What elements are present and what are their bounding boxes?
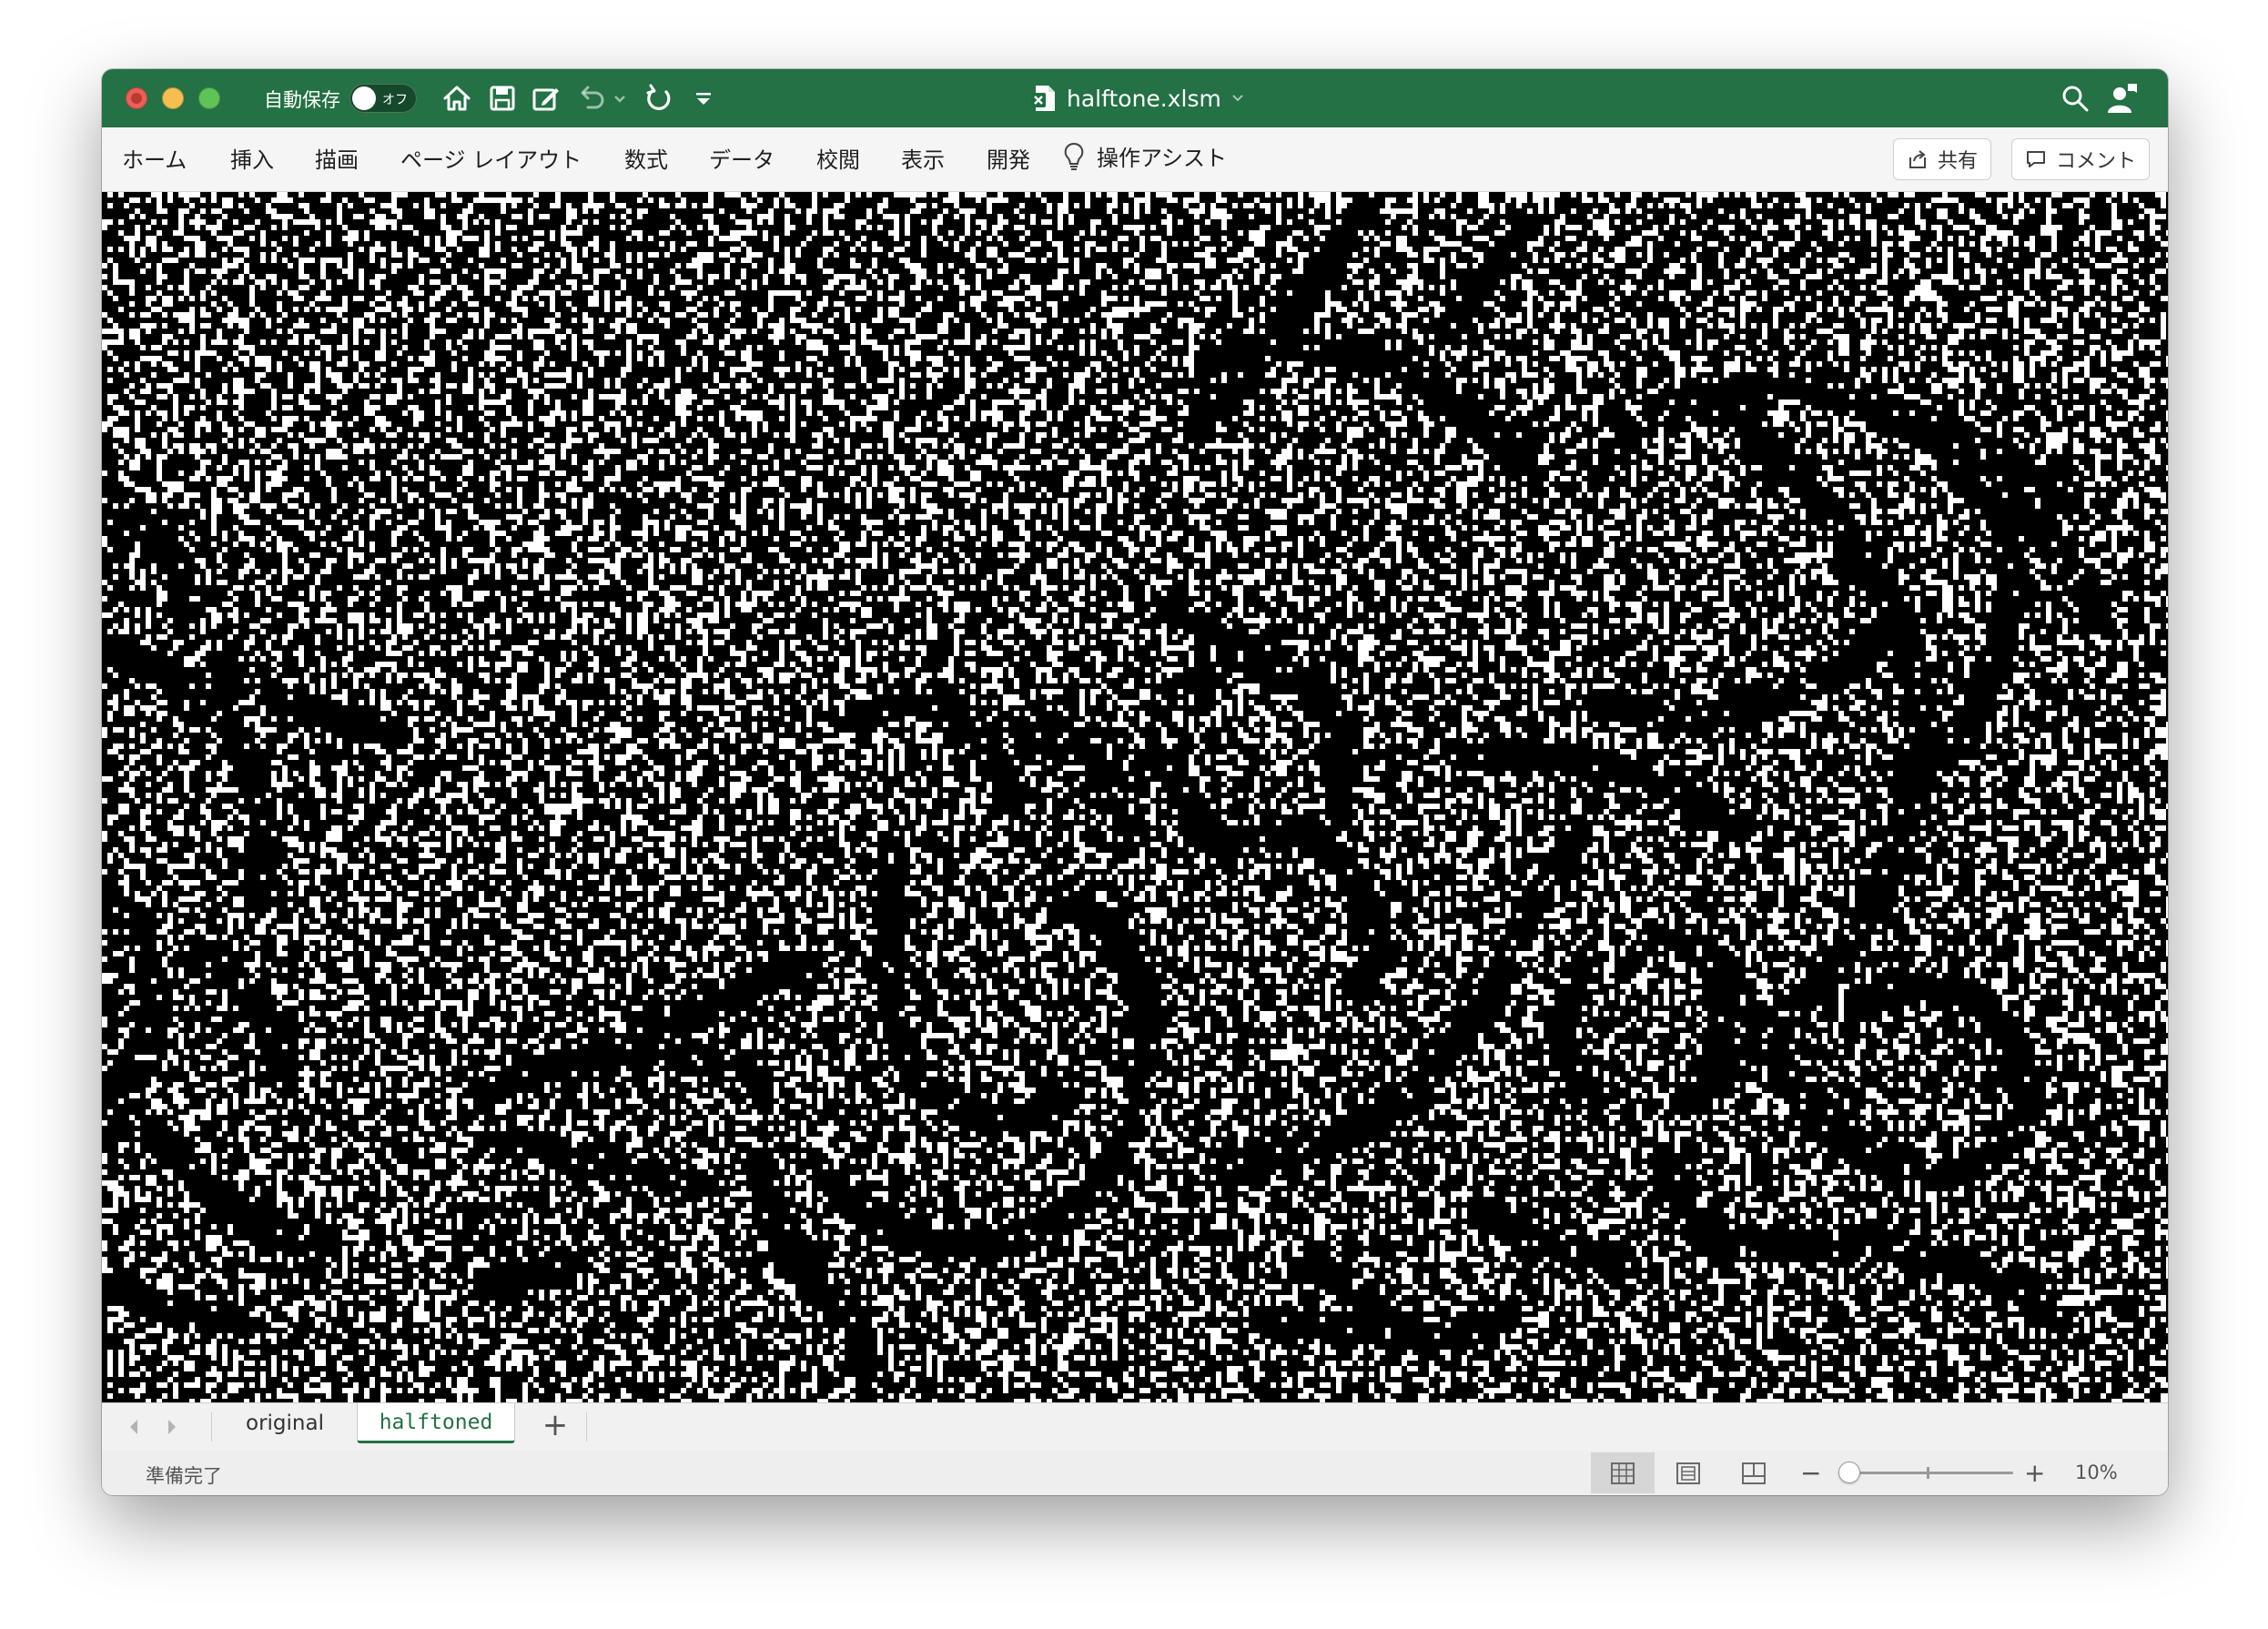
previous-sheet-icon[interactable] — [124, 1416, 144, 1438]
excel-window: 自動保存 オフ halftone.xlsm ホーム 挿入 描画 ページ レイアウ… — [102, 69, 2168, 1495]
tab-formulas[interactable]: 数式 — [624, 142, 668, 174]
minimize-window-button[interactable] — [162, 87, 184, 109]
comment-label: コメント — [2055, 150, 2136, 173]
zoom-slider-knob[interactable] — [1838, 1462, 1860, 1483]
title-bar: 自動保存 オフ halftone.xlsm — [102, 69, 2168, 127]
maximize-window-button[interactable] — [198, 87, 220, 109]
chevron-down-icon — [1232, 95, 1243, 102]
undo-icon[interactable] — [575, 82, 608, 115]
tab-divider — [211, 1412, 212, 1442]
tab-divider — [586, 1412, 587, 1442]
tab-page-layout[interactable]: ページ レイアウト — [400, 142, 582, 174]
toggle-knob — [352, 86, 376, 110]
spreadsheet-grid[interactable] — [102, 192, 2168, 1402]
document-title[interactable]: halftone.xlsm — [1030, 80, 1245, 116]
tab-review[interactable]: 校閲 — [816, 142, 860, 174]
sheet-tab-bar: original halftoned + — [102, 1402, 2168, 1452]
customize-toolbar-icon[interactable] — [692, 82, 715, 115]
sheet-tab-label: original — [246, 1411, 324, 1435]
file-name: halftone.xlsm — [1067, 85, 1221, 112]
tell-me-search[interactable]: 操作アシスト — [1062, 140, 1227, 172]
next-sheet-icon[interactable] — [162, 1416, 182, 1438]
comment-icon — [2026, 151, 2045, 167]
page-break-view-button[interactable] — [1722, 1452, 1786, 1493]
search-icon[interactable] — [2059, 82, 2091, 115]
zoom-in-button[interactable]: + — [2024, 1458, 2045, 1488]
tab-developer[interactable]: 開発 — [987, 142, 1030, 174]
excel-file-icon — [1031, 86, 1055, 111]
sheet-tab-original[interactable]: original — [218, 1403, 351, 1443]
zoom-level[interactable]: 10% — [2075, 1462, 2118, 1483]
tab-data[interactable]: データ — [709, 142, 775, 174]
share-label: 共有 — [1937, 150, 1978, 173]
autosave-state: オフ — [382, 93, 408, 107]
undo-dropdown-chevron-icon[interactable] — [612, 82, 628, 115]
normal-view-button[interactable] — [1591, 1452, 1655, 1493]
tab-view[interactable]: 表示 — [901, 142, 945, 174]
sheet-tab-halftoned[interactable]: halftoned — [357, 1403, 515, 1443]
tab-home[interactable]: ホーム — [122, 142, 187, 174]
status-text: 準備完了 — [146, 1465, 222, 1487]
home-icon[interactable] — [440, 82, 473, 115]
tab-draw[interactable]: 描画 — [315, 142, 359, 174]
share-button[interactable]: 共有 — [1893, 138, 1991, 180]
grid-view-icon — [1611, 1462, 1635, 1484]
comment-button[interactable]: コメント — [2011, 138, 2150, 180]
save-icon[interactable] — [486, 82, 519, 115]
people-icon[interactable] — [2104, 80, 2141, 116]
zoom-slider-midmark — [1927, 1467, 1929, 1479]
halftone-cells — [102, 192, 2168, 1402]
edit-save-icon[interactable] — [530, 82, 562, 115]
share-icon — [1909, 150, 1926, 168]
page-break-icon — [1742, 1462, 1766, 1484]
page-layout-view-button[interactable] — [1656, 1452, 1720, 1493]
tab-insert[interactable]: 挿入 — [230, 142, 274, 174]
add-sheet-button[interactable]: + — [537, 1407, 573, 1443]
halftone-image — [102, 192, 2168, 1402]
redo-icon[interactable] — [643, 82, 675, 115]
autosave-toggle[interactable]: オフ — [349, 84, 417, 113]
close-window-button[interactable] — [126, 87, 147, 109]
page-layout-icon — [1676, 1462, 1700, 1484]
zoom-out-button[interactable]: − — [1800, 1458, 1821, 1488]
lightbulb-icon — [1064, 142, 1084, 170]
ribbon: ホーム 挿入 描画 ページ レイアウト 数式 データ 校閲 表示 開発 操作アシ… — [102, 127, 2168, 192]
tell-me-label: 操作アシスト — [1097, 146, 1228, 171]
status-bar: 準備完了 − + 10% — [102, 1451, 2168, 1495]
autosave-label: 自動保存 — [264, 89, 340, 111]
sheet-tab-label: halftoned — [379, 1410, 493, 1434]
